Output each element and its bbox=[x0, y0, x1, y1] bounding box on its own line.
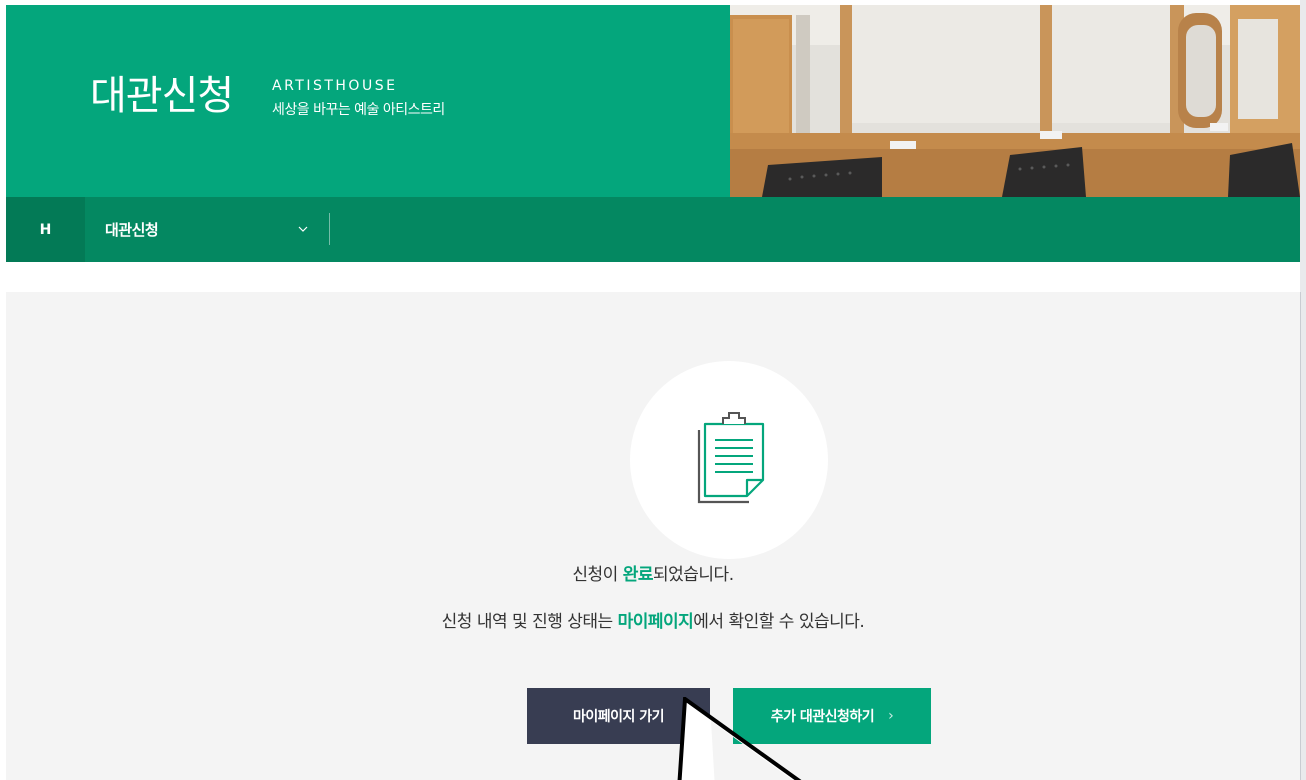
additional-rental-button[interactable]: 추가 대관신청하기 › bbox=[733, 688, 931, 744]
mypage-guide-message: 신청 내역 및 진행 상태는 마이페이지에서 확인할 수 있습니다. bbox=[6, 610, 1300, 634]
completion-highlight: 완료 bbox=[622, 565, 654, 585]
guide-message-suffix: 에서 확인할 수 있습니다. bbox=[693, 612, 865, 632]
hero-subtitle: 세상을 바꾸는 예술 아티스트리 bbox=[272, 102, 445, 118]
top-nav: H 대관신청 bbox=[6, 197, 1300, 262]
result-panel: 신청이 완료되었습니다. 신청 내역 및 진행 상태는 마이페이지에서 확인할 … bbox=[6, 292, 1300, 780]
completion-message-prefix: 신청이 bbox=[572, 565, 623, 585]
completion-message-suffix: 되었습니다. bbox=[653, 565, 734, 585]
hero-photo bbox=[730, 5, 1300, 197]
hero-brand: ARTISTHOUSE bbox=[272, 78, 398, 94]
chevron-right-icon: › bbox=[888, 708, 894, 724]
page: 대관신청 ARTISTHOUSE 세상을 바꾸는 예술 아티스트리 H 대관신청… bbox=[0, 0, 1306, 780]
window-edge bbox=[1300, 0, 1306, 780]
nav-dropdown-label: 대관신청 bbox=[105, 221, 159, 239]
nav-divider bbox=[329, 213, 330, 245]
go-mypage-button[interactable]: 마이페이지 가기 bbox=[527, 688, 710, 744]
hero-title: 대관신청 bbox=[90, 73, 234, 119]
home-icon: H bbox=[39, 221, 52, 238]
additional-rental-label: 추가 대관신청하기 bbox=[770, 709, 875, 725]
clipboard-badge bbox=[630, 361, 828, 559]
mypage-highlight: 마이페이지 bbox=[617, 612, 694, 632]
nav-dropdown-rental[interactable]: 대관신청 bbox=[105, 197, 330, 262]
guide-message-prefix: 신청 내역 및 진행 상태는 bbox=[441, 612, 618, 632]
hero-banner: 대관신청 ARTISTHOUSE 세상을 바꾸는 예술 아티스트리 bbox=[6, 5, 1300, 197]
go-mypage-label: 마이페이지 가기 bbox=[572, 709, 665, 725]
chevron-down-icon bbox=[298, 226, 308, 232]
clipboard-icon bbox=[697, 412, 765, 504]
home-button[interactable]: H bbox=[6, 197, 85, 262]
completion-message: 신청이 완료되었습니다. bbox=[6, 563, 1300, 587]
